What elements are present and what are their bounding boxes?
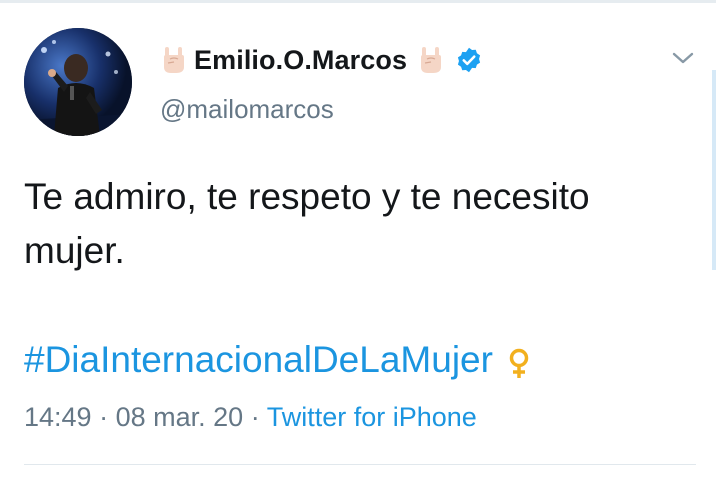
tweet-date[interactable]: 08 mar. 20	[116, 402, 244, 432]
tweet-time[interactable]: 14:49	[24, 402, 92, 432]
hashtag-link[interactable]: #DiaInternacionalDeLaMujer	[24, 336, 493, 384]
chevron-down-icon[interactable]	[670, 48, 696, 68]
tweet-source-link[interactable]: Twitter for iPhone	[267, 402, 477, 432]
user-handle[interactable]: @mailomarcos	[160, 94, 334, 125]
rock-hand-icon	[417, 45, 445, 75]
tweet-text: Te admiro, te respeto y te necesito muje…	[24, 170, 704, 278]
avatar[interactable]	[24, 28, 132, 136]
tweet-text-line: Te admiro, te respeto y te necesito	[24, 176, 590, 217]
meta-separator: ·	[250, 402, 260, 432]
hashtag-row: #DiaInternacionalDeLaMujer	[24, 336, 531, 384]
tweet-header: Emilio.O.Marcos	[160, 40, 483, 80]
display-name[interactable]: Emilio.O.Marcos	[194, 45, 407, 76]
tweet-meta: 14:49 · 08 mar. 20 · Twitter for iPhone	[24, 402, 477, 433]
rock-hand-icon	[160, 45, 188, 75]
verified-badge-icon	[455, 46, 483, 74]
meta-separator: ·	[99, 402, 109, 432]
female-sign-icon	[507, 344, 531, 378]
bottom-divider	[24, 464, 696, 465]
tweet-card: Emilio.O.Marcos @mailomarcos Te admiro, …	[0, 0, 716, 479]
tweet-text-line: mujer.	[24, 230, 125, 271]
scroll-indicator	[712, 70, 716, 270]
top-divider	[0, 0, 716, 3]
